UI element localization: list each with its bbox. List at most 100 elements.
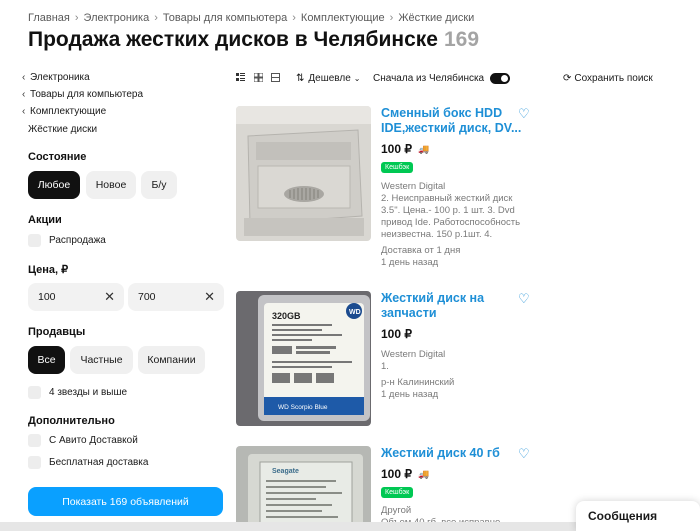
price-title: Цена, ₽ xyxy=(28,264,69,276)
delivery-truck-icon: 🚚 xyxy=(418,468,430,479)
listing-price: 100 ₽ 🚚 xyxy=(381,142,531,156)
price-value: 100 ₽ xyxy=(381,327,412,341)
category-link-electronics[interactable]: ‹ Электроника xyxy=(22,72,90,83)
page-title: Продажа жестких дисков в Челябинске 169 xyxy=(28,28,479,52)
listing-description: 1. xyxy=(381,361,389,372)
favorite-heart-icon[interactable]: ♡ xyxy=(518,446,530,462)
save-search-label: Сохранить поиск xyxy=(574,73,653,84)
listing-title[interactable]: Сменный бокс HDD IDE,жесткий диск, DV... xyxy=(381,106,531,136)
city-first-toggle[interactable] xyxy=(490,73,511,84)
listing-brand: Western Digital xyxy=(381,181,446,192)
breadcrumb-electronics[interactable]: Электроника xyxy=(84,12,150,24)
sort-dropdown[interactable]: ⇅ Дешевле ⌄ xyxy=(296,73,361,84)
breadcrumb-computer-goods[interactable]: Товары для компьютера xyxy=(163,12,287,24)
listing-price: 100 ₽ 🚚 xyxy=(381,467,531,481)
page-title-text: Продажа жестких дисков в Челябинске xyxy=(28,28,438,51)
results-count: 169 xyxy=(443,28,480,51)
sellers-companies-button[interactable]: Компании xyxy=(138,346,205,374)
price-from-input[interactable]: 100 ✕ xyxy=(28,283,124,311)
seagate-logo-label: Seagate xyxy=(272,468,299,475)
listing-date: 1 день назад xyxy=(381,389,439,400)
price-to-value: 700 xyxy=(138,291,156,303)
price-to-input[interactable]: 700 ✕ xyxy=(128,283,224,311)
chevron-right-icon: › xyxy=(154,12,158,24)
chevron-right-icon: › xyxy=(389,12,394,24)
price-value: 100 ₽ xyxy=(381,142,412,156)
listing-title[interactable]: Жесткий диск 40 гб xyxy=(381,446,531,461)
chevron-left-icon: ‹ xyxy=(22,106,26,117)
extra-title: Дополнительно xyxy=(28,415,115,427)
breadcrumb: Главная › Электроника › Товары для компьютер… xyxy=(28,12,474,24)
breadcrumb-components[interactable]: Комплектующие xyxy=(301,12,385,24)
listing-date: 1 день назад xyxy=(381,257,439,268)
rating-label: 4 звезды и выше xyxy=(49,387,128,398)
chevron-down-icon: ⌄ xyxy=(353,74,361,83)
condition-title: Состояние xyxy=(28,151,87,163)
category-link-computer-goods[interactable]: ‹ Товары для компьютера xyxy=(22,89,143,100)
listing-photo[interactable]: Seagate xyxy=(236,446,371,531)
category-current: Жёсткие диски xyxy=(28,124,98,135)
rating-checkbox[interactable] xyxy=(28,386,41,399)
delivery-truck-icon: 🚚 xyxy=(418,143,430,154)
chevron-left-icon: ‹ xyxy=(22,89,26,100)
avito-delivery-checkbox[interactable] xyxy=(28,434,41,447)
category-label: Электроника xyxy=(30,72,90,83)
listing-info: Жесткий диск на запчасти 100 ₽ Western D… xyxy=(381,291,531,401)
sellers-private-button[interactable]: Частные xyxy=(70,346,133,374)
breadcrumb-hard-drives[interactable]: Жёсткие диски xyxy=(398,12,474,24)
free-delivery-label: Бесплатная доставка xyxy=(49,457,149,468)
avito-delivery-label: С Авито Доставкой xyxy=(49,435,138,446)
listing-brand: Другой xyxy=(381,505,412,516)
listing-price: 100 ₽ xyxy=(381,327,531,341)
free-delivery-checkbox[interactable] xyxy=(28,456,41,469)
category-label: Комплектующие xyxy=(30,106,107,117)
list-view-icon[interactable] xyxy=(236,73,245,82)
price-value: 100 ₽ xyxy=(381,467,412,481)
condition-any-button[interactable]: Любое xyxy=(28,171,80,199)
disk-capacity-label: 320GB xyxy=(272,311,301,321)
clear-icon[interactable]: ✕ xyxy=(104,290,115,303)
listing-info: Сменный бокс HDD IDE,жесткий диск, DV...… xyxy=(381,106,531,269)
city-first-toggle-row[interactable]: Сначала из Челябинска xyxy=(373,73,511,84)
clear-icon[interactable]: ✕ xyxy=(204,290,215,303)
save-search-button[interactable]: ⟳ Сохранить поиск xyxy=(563,73,653,84)
sort-icon: ⇅ xyxy=(296,73,305,84)
city-first-label: Сначала из Челябинска xyxy=(373,73,485,84)
show-results-button[interactable]: Показать 169 объявлений xyxy=(28,487,223,516)
condition-new-button[interactable]: Новое xyxy=(86,171,136,199)
listing-location: р-н Калининский xyxy=(381,377,455,388)
category-link-components[interactable]: ‹ Комплектующие xyxy=(22,106,106,117)
chevron-left-icon: ‹ xyxy=(22,72,26,83)
category-label: Товары для компьютера xyxy=(30,89,144,100)
listing-photo[interactable]: WD 320GB WD Scorpio Blue xyxy=(236,291,371,426)
listing-title[interactable]: Жесткий диск на запчасти xyxy=(381,291,531,321)
rating-checkbox-row[interactable]: 4 звезды и выше xyxy=(28,386,127,399)
gallery-view-icon[interactable] xyxy=(271,73,280,82)
sale-checkbox-row[interactable]: Распродажа xyxy=(28,234,106,247)
sale-checkbox[interactable] xyxy=(28,234,41,247)
cashback-badge: Кешбэк xyxy=(381,162,414,173)
listing-photo[interactable] xyxy=(236,106,371,241)
sellers-title: Продавцы xyxy=(28,326,86,338)
condition-used-button[interactable]: Б/у xyxy=(141,171,177,199)
taskbar-strip xyxy=(0,522,576,531)
avito-delivery-row[interactable]: С Авито Доставкой xyxy=(28,434,138,447)
favorite-heart-icon[interactable]: ♡ xyxy=(518,291,530,307)
favorite-heart-icon[interactable]: ♡ xyxy=(518,106,530,122)
sort-label: Дешевле xyxy=(308,73,351,84)
messages-panel-button[interactable]: Сообщения xyxy=(576,501,700,531)
promos-title: Акции xyxy=(28,214,62,226)
listing-delivery: Доставка от 1 дня xyxy=(381,245,461,256)
grid-view-icon[interactable] xyxy=(254,73,263,82)
cashback-badge: Кешбэк xyxy=(381,487,414,498)
breadcrumb-home[interactable]: Главная xyxy=(28,12,70,24)
listing-brand: Western Digital xyxy=(381,349,446,360)
save-search-icon: ⟳ xyxy=(563,73,572,84)
chevron-right-icon: › xyxy=(74,12,79,24)
free-delivery-row[interactable]: Бесплатная доставка xyxy=(28,456,148,469)
price-from-value: 100 xyxy=(38,291,56,303)
sellers-all-button[interactable]: Все xyxy=(28,346,65,374)
listing-info: Жесткий диск 40 гб 100 ₽ 🚚 Кешбэк Другой … xyxy=(381,446,531,529)
disk-series-label: WD Scorpio Blue xyxy=(278,404,328,411)
sale-label: Распродажа xyxy=(49,235,106,246)
